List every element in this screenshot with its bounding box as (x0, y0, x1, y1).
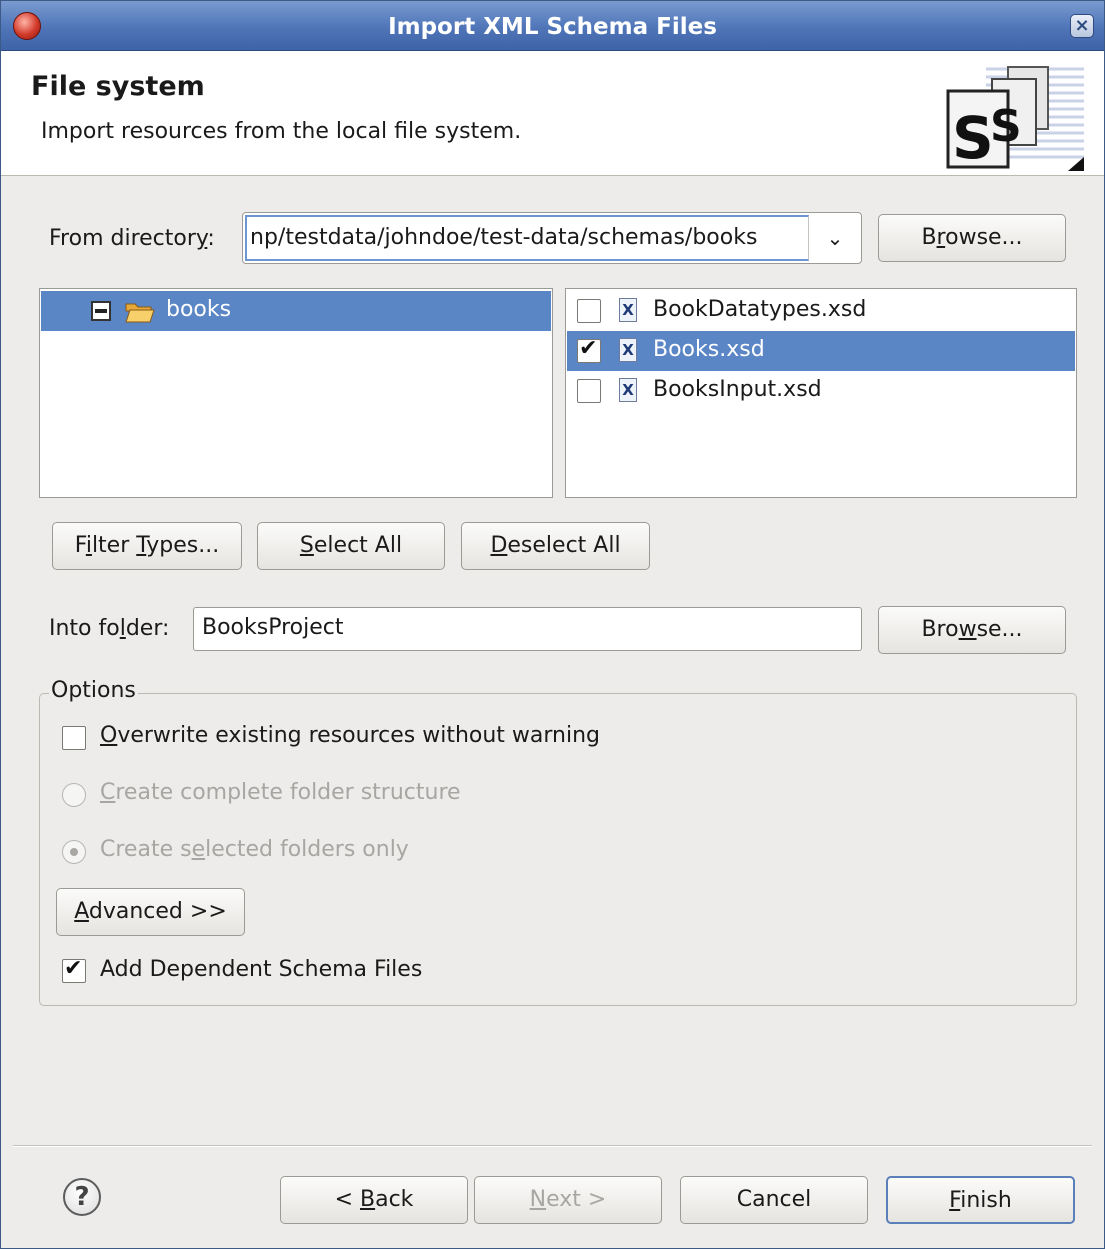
advanced-button[interactable]: Advanced >> (56, 888, 245, 936)
help-icon[interactable]: ? (63, 1178, 101, 1216)
browse-directory-button[interactable]: Browse... (878, 214, 1066, 262)
file-list[interactable]: X BookDatatypes.xsd X Books.xsd X BooksI… (565, 288, 1077, 498)
window-title: Import XML Schema Files (388, 14, 717, 40)
into-folder-label: Into folder: (49, 616, 170, 641)
schema-import-icon: S S (946, 66, 1084, 171)
footer-separator (13, 1145, 1092, 1147)
tree-item-books[interactable]: books (41, 291, 551, 331)
xsd-file-icon: X (619, 298, 637, 322)
options-group-title: Options (49, 678, 138, 703)
chevron-down-icon[interactable]: ⌄ (809, 213, 861, 263)
folder-open-icon (125, 303, 155, 323)
next-button: Next > (474, 1176, 662, 1224)
collapse-icon[interactable] (91, 301, 111, 321)
page-description: Import resources from the local file sys… (41, 119, 522, 144)
select-all-button[interactable]: Select All (257, 522, 445, 570)
deselect-all-button[interactable]: Deselect All (461, 522, 650, 570)
overwrite-checkbox[interactable] (62, 726, 86, 750)
browse-folder-button[interactable]: Browse... (878, 606, 1066, 654)
file-name: BooksInput.xsd (653, 377, 822, 402)
file-checkbox[interactable] (577, 336, 601, 363)
into-folder-input[interactable]: BooksProject (193, 607, 862, 651)
title-bar[interactable]: Import XML Schema Files × (1, 1, 1104, 51)
list-item[interactable]: X Books.xsd (567, 331, 1075, 371)
wizard-banner: File system Import resources from the lo… (1, 51, 1104, 176)
list-item[interactable]: X BooksInput.xsd (567, 371, 1075, 411)
complete-structure-label: Create complete folder structure (100, 780, 461, 805)
filter-types-button[interactable]: Filter Types... (52, 522, 242, 570)
cancel-button[interactable]: Cancel (680, 1176, 868, 1224)
overwrite-label[interactable]: Overwrite existing resources without war… (100, 723, 600, 748)
file-checkbox[interactable] (577, 299, 601, 323)
page-title: File system (31, 71, 205, 102)
svg-text:S: S (952, 104, 994, 171)
dependent-schema-label[interactable]: Add Dependent Schema Files (100, 957, 422, 982)
from-directory-label: From directory: (49, 226, 215, 251)
selected-folders-radio (62, 840, 86, 864)
xsd-file-icon: X (619, 378, 637, 402)
finish-button[interactable]: Finish (886, 1176, 1075, 1224)
svg-text:S: S (990, 101, 1022, 152)
back-button[interactable]: < Back (280, 1176, 468, 1224)
dependent-schema-checkbox[interactable] (62, 956, 86, 983)
tree-item-label: books (166, 297, 232, 322)
from-directory-input[interactable]: np/testdata/johndoe/test-data/schemas/bo… (245, 215, 809, 261)
file-name: BookDatatypes.xsd (653, 297, 867, 322)
file-checkbox[interactable] (577, 379, 601, 403)
folder-tree[interactable]: books (39, 288, 553, 498)
close-icon[interactable]: × (1070, 14, 1094, 38)
complete-structure-radio (62, 783, 86, 807)
list-item[interactable]: X BookDatatypes.xsd (567, 291, 1075, 331)
import-dialog: Import XML Schema Files × File system Im… (0, 0, 1105, 1249)
from-directory-combo[interactable]: np/testdata/johndoe/test-data/schemas/bo… (242, 212, 862, 264)
selected-folders-label: Create selected folders only (100, 837, 409, 862)
xsd-file-icon: X (619, 338, 637, 362)
file-name: Books.xsd (653, 337, 765, 362)
